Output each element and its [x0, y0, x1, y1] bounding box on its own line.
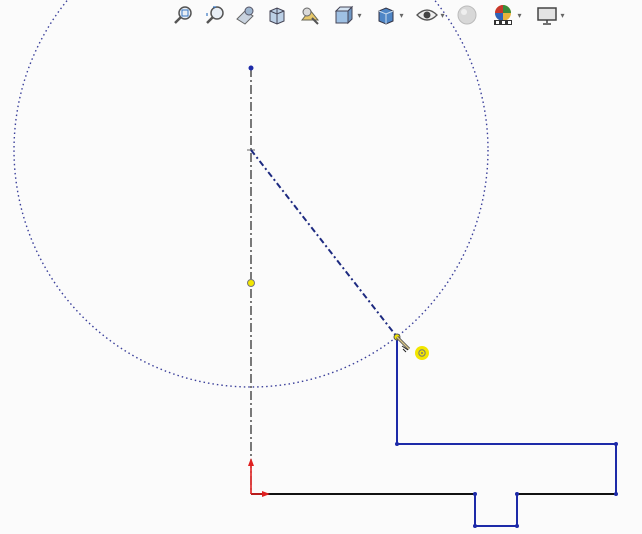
profile-vertex[interactable]: [614, 492, 618, 496]
radius-construction-line[interactable]: [250, 149, 398, 338]
dynamic-annotation-views-icon[interactable]: [296, 2, 324, 28]
zoom-to-area-icon[interactable]: [202, 2, 228, 28]
hide-show-items-icon[interactable]: ▾: [412, 2, 448, 28]
zoom-to-fit-icon[interactable]: [170, 2, 196, 28]
previous-view-icon[interactable]: [232, 2, 258, 28]
display-style-icon[interactable]: ▾: [370, 2, 408, 28]
view-settings-icon[interactable]: ▾: [530, 2, 570, 28]
profile-vertex[interactable]: [473, 492, 477, 496]
profile-vertex[interactable]: [515, 492, 519, 496]
profile-vertex[interactable]: [614, 442, 618, 446]
apply-scene-icon[interactable]: ▾: [486, 2, 526, 28]
coincident-relation-icon: [415, 346, 429, 360]
centerline-endpoint[interactable]: [248, 65, 254, 71]
sketch-notch[interactable]: [474, 494, 518, 527]
origin-icon: [248, 458, 270, 497]
profile-vertex[interactable]: [395, 442, 399, 446]
sketch-profile-blue[interactable]: [396, 337, 617, 494]
profile-vertex[interactable]: [515, 524, 519, 528]
view-orientation-icon[interactable]: ▾: [328, 2, 366, 28]
section-view-icon[interactable]: [264, 2, 290, 28]
profile-vertex[interactable]: [473, 524, 477, 528]
centerline-midpoint[interactable]: [247, 279, 255, 287]
heads-up-view-toolbar: ▾ ▾ ▾ ▾ ▾: [168, 0, 578, 32]
edit-appearance-icon[interactable]: [452, 2, 482, 28]
graphics-area[interactable]: [0, 0, 642, 534]
